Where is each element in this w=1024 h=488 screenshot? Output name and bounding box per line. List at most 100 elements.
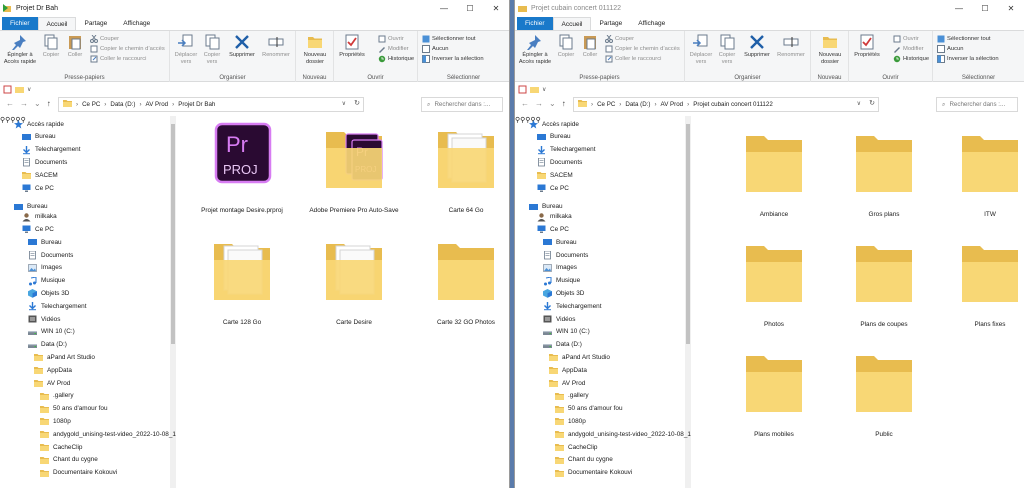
nav-item[interactable]: Chant du cygne <box>555 456 613 464</box>
nav-item[interactable]: AV Prod <box>34 379 70 387</box>
nav-item[interactable]: Musique <box>28 275 65 286</box>
breadcrumb-separator-icon[interactable]: › <box>76 101 78 108</box>
rename-button[interactable]: Renommer <box>775 34 807 59</box>
nav-item[interactable]: Accès rapide <box>529 120 579 129</box>
copy-button[interactable]: Copier <box>555 34 577 59</box>
breadcrumb-separator-icon[interactable]: › <box>104 101 106 108</box>
chevron-down-icon[interactable]: ∨ <box>27 86 31 93</box>
nav-item[interactable]: Bureau <box>22 133 56 141</box>
tab-affichage[interactable]: Affichage <box>115 17 158 30</box>
breadcrumb-item[interactable]: Ce PC <box>82 101 100 108</box>
modify-button[interactable]: Modifier <box>893 45 924 53</box>
nav-item[interactable]: Bureau <box>543 238 577 246</box>
tab-accueil[interactable]: Accueil <box>552 17 592 30</box>
copy-path-button[interactable]: Copier le chemin d’accès <box>90 45 165 53</box>
rename-button[interactable]: Renommer <box>260 34 292 59</box>
nav-item[interactable]: Bureau <box>14 203 48 211</box>
properties-small-icon[interactable] <box>518 85 527 94</box>
nav-item[interactable]: Vidéos <box>28 315 60 323</box>
nav-item[interactable]: milkaka <box>537 212 572 222</box>
move-to-button[interactable]: Déplacer vers <box>174 34 198 65</box>
nav-item[interactable]: Accès rapide <box>14 120 64 129</box>
nav-item[interactable]: Images <box>28 263 62 272</box>
invert-selection-button[interactable]: Inverser la sélection <box>422 55 484 63</box>
pin-quick-access-button[interactable]: Épingler à Accès rapide <box>517 34 553 65</box>
breadcrumb-item[interactable]: Data (D:) <box>110 101 135 108</box>
tab-fichier[interactable]: Fichier <box>2 17 38 30</box>
recent-locations-icon[interactable]: ⌄ <box>549 99 556 108</box>
nav-item[interactable]: milkaka <box>22 212 57 222</box>
invert-selection-button[interactable]: Inverser la sélection <box>937 55 999 63</box>
nav-item[interactable]: Vidéos <box>543 315 575 323</box>
maximize-button[interactable]: ☐ <box>972 0 998 16</box>
minimize-button[interactable]: — <box>946 0 972 16</box>
nav-item[interactable]: Documents <box>28 250 73 260</box>
nav-item[interactable]: .gallery <box>40 392 74 400</box>
nav-item[interactable]: aPand Art Studio <box>34 353 95 362</box>
tab-partage[interactable]: Partage <box>591 17 630 30</box>
search-input[interactable]: ⌕ Rechercher dans :... <box>936 97 1018 112</box>
nav-item[interactable]: CacheClip <box>40 443 82 451</box>
open-button[interactable]: Ouvrir <box>893 35 919 43</box>
nav-item[interactable]: AV Prod <box>549 379 585 387</box>
nav-item[interactable]: Ce PC <box>22 184 54 192</box>
nav-item[interactable]: Ce PC <box>537 184 569 192</box>
nav-item[interactable]: Images <box>543 263 577 272</box>
cut-button[interactable]: Couper <box>605 35 634 43</box>
nav-item[interactable]: Objets 3D <box>28 289 69 299</box>
history-button[interactable]: Historique <box>378 55 414 63</box>
nav-item[interactable]: Bureau <box>529 203 563 211</box>
breadcrumb-separator-icon[interactable]: › <box>172 101 174 108</box>
breadcrumb-item[interactable]: Data (D:) <box>625 101 650 108</box>
folder-tile[interactable]: Plans mobiles <box>729 346 819 438</box>
back-arrow-icon[interactable]: ← <box>6 99 14 108</box>
folder-tile[interactable]: Plans fixes <box>945 236 1024 328</box>
up-arrow-icon[interactable]: ↑ <box>47 99 51 108</box>
breadcrumb-item[interactable]: Projet cubain concert 011122 <box>693 101 773 108</box>
copy-button[interactable]: Copier <box>40 34 62 59</box>
nav-item[interactable]: Data (D:) <box>543 341 582 349</box>
nav-item[interactable]: Documents <box>22 157 67 167</box>
breadcrumb-item[interactable]: Projet Dr Bah <box>178 101 215 108</box>
nav-item[interactable]: AppData <box>34 366 72 375</box>
forward-arrow-icon[interactable]: → <box>535 99 543 108</box>
breadcrumb-separator-icon[interactable]: › <box>654 101 656 108</box>
nav-scroll-thumb[interactable] <box>686 124 690 344</box>
folder-tile[interactable]: Plans de coupes <box>839 236 929 328</box>
delete-button[interactable]: Supprimer <box>741 34 773 59</box>
folder-small-icon[interactable] <box>530 85 539 94</box>
copy-path-button[interactable]: Copier le chemin d’accès <box>605 45 680 53</box>
open-button[interactable]: Ouvrir <box>378 35 404 43</box>
nav-item[interactable]: Telechargement <box>28 302 86 311</box>
tab-partage[interactable]: Partage <box>76 17 115 30</box>
nav-item[interactable]: Telechargement <box>537 145 595 154</box>
tab-affichage[interactable]: Affichage <box>630 17 673 30</box>
folder-tile[interactable]: PrPROJ Adobe Premiere Pro Auto-Save <box>304 122 404 214</box>
nav-item[interactable]: CacheClip <box>555 443 597 451</box>
modify-button[interactable]: Modifier <box>378 45 409 53</box>
cut-button[interactable]: Couper <box>90 35 119 43</box>
properties-button[interactable]: Propriétés <box>336 34 368 59</box>
nav-item[interactable]: Documentaire Kokouvi <box>40 469 117 477</box>
paste-shortcut-button[interactable]: Coller le raccourci <box>90 55 146 63</box>
nav-item[interactable]: Data (D:) <box>28 341 67 349</box>
forward-arrow-icon[interactable]: → <box>20 99 28 108</box>
nav-item[interactable]: Telechargement <box>543 302 601 311</box>
select-none-button[interactable]: Aucun <box>422 45 448 53</box>
file-tile[interactable]: Pr PROJ Projet montage Desire.prproj <box>192 122 292 214</box>
search-input[interactable]: ⌕ Rechercher dans :... <box>421 97 503 112</box>
nav-item[interactable]: Musique <box>543 275 580 286</box>
nav-item[interactable]: Bureau <box>28 238 62 246</box>
folder-tile[interactable]: Carte 64 Go <box>416 122 509 214</box>
nav-item[interactable]: Documents <box>543 250 588 260</box>
chevron-down-icon[interactable]: ∨ <box>542 86 546 93</box>
new-folder-button[interactable]: Nouveau dossier <box>298 34 332 65</box>
breadcrumb-item[interactable]: AV Prod <box>146 101 169 108</box>
copy-to-button[interactable]: Copier vers <box>200 34 224 65</box>
new-folder-button[interactable]: Nouveau dossier <box>813 34 847 65</box>
nav-item[interactable]: SACEM <box>537 171 573 180</box>
tab-accueil[interactable]: Accueil <box>37 17 77 30</box>
title-bar[interactable]: Projet cubain concert 011122 — ☐ ✕ <box>515 0 1024 16</box>
select-all-button[interactable]: Sélectionner tout <box>422 35 476 43</box>
nav-item[interactable]: Documents <box>537 157 582 167</box>
